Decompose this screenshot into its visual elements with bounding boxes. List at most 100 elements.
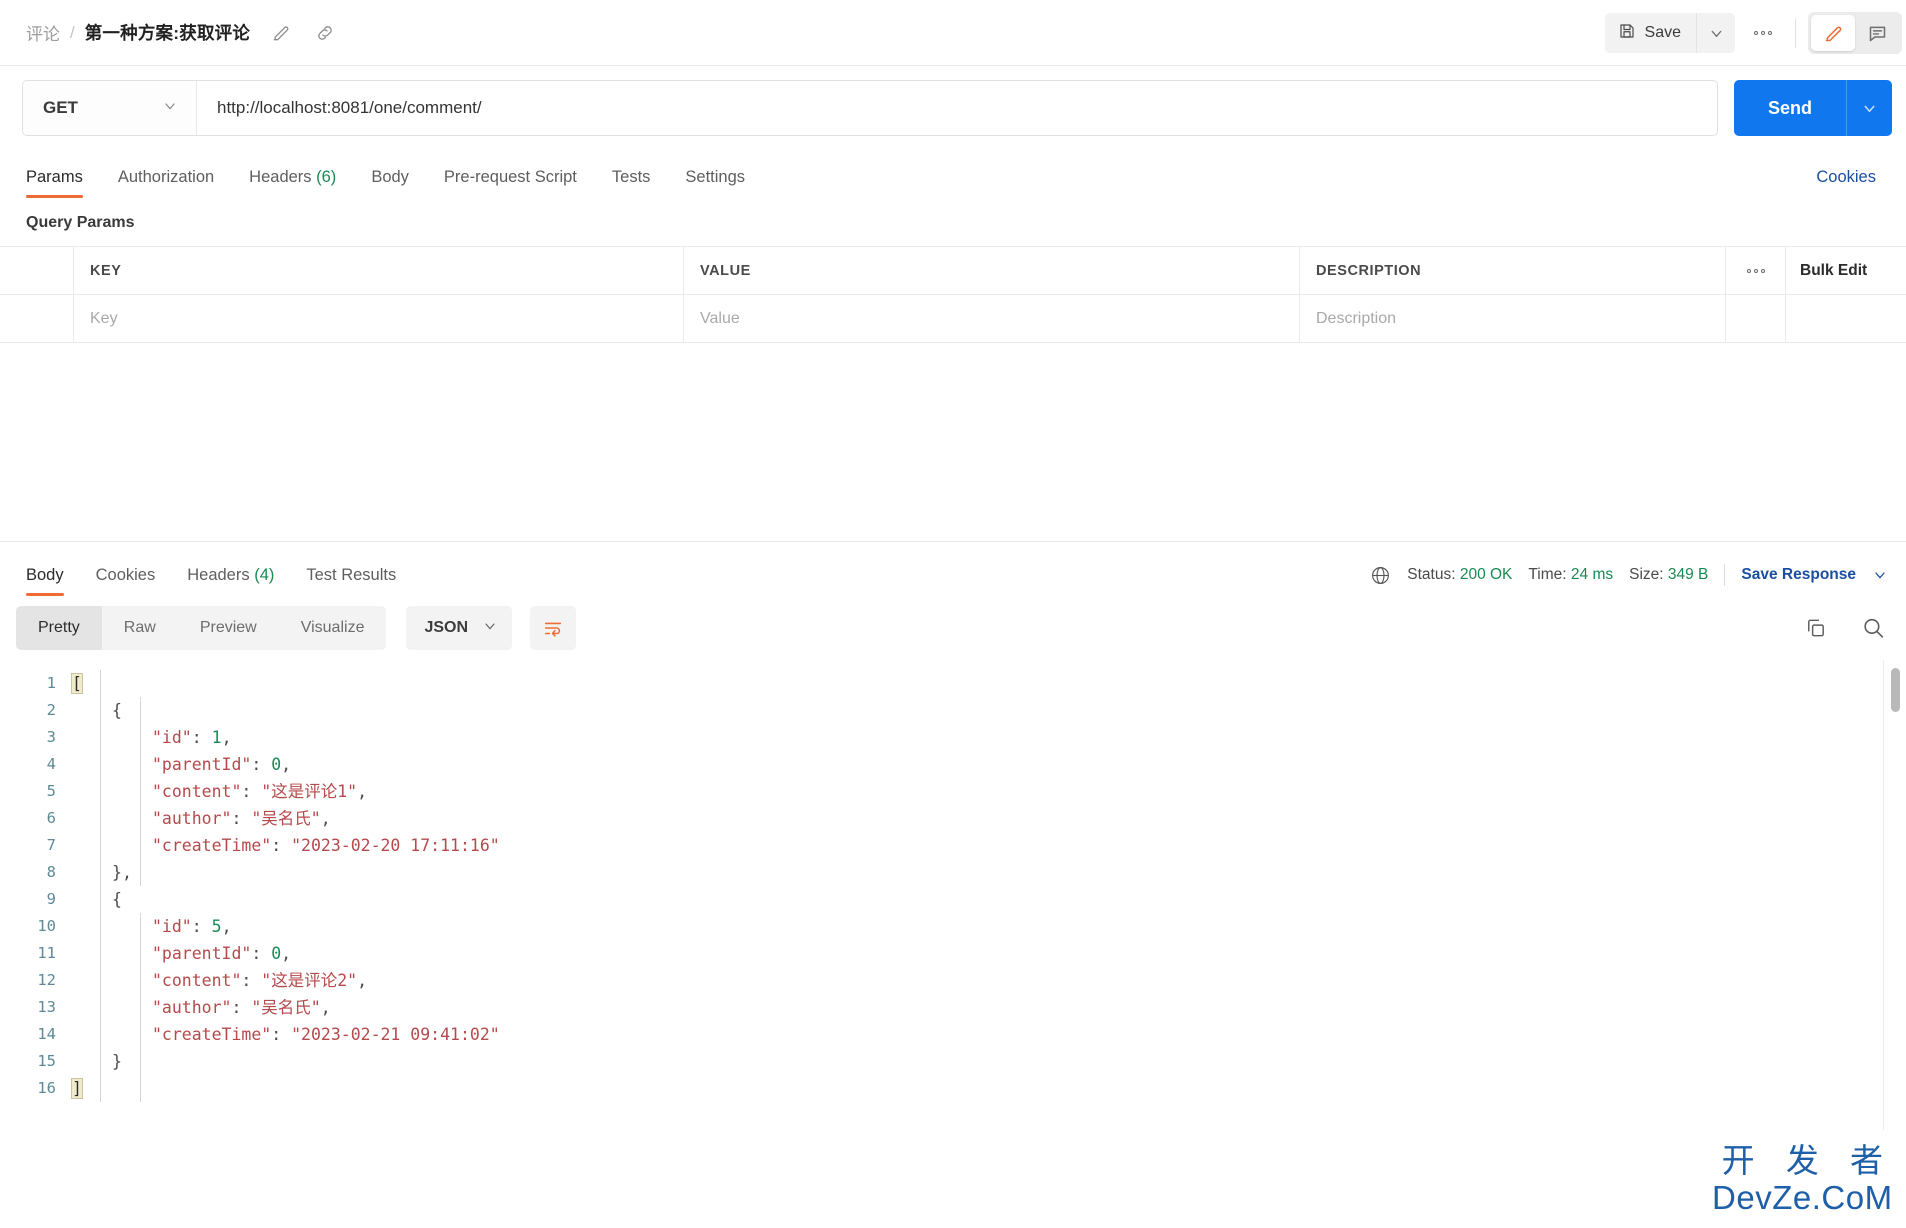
tab-label: Test Results bbox=[306, 566, 397, 584]
code-line: 2{ bbox=[0, 697, 1906, 724]
watermark: 开 发 者 DevZe.CoM bbox=[1711, 1144, 1894, 1214]
cookies-link[interactable]: Cookies bbox=[1816, 168, 1876, 187]
view-mode-raw[interactable]: Raw bbox=[102, 606, 178, 650]
code-token: "吴名氏" bbox=[251, 998, 321, 1017]
code-token: , bbox=[357, 971, 368, 990]
chevron-down-icon bbox=[482, 618, 498, 639]
code-token: "content" bbox=[152, 971, 242, 990]
header-divider bbox=[1795, 18, 1796, 48]
dot bbox=[1754, 31, 1758, 35]
code-token: "author" bbox=[152, 998, 232, 1017]
response-tab-cookies[interactable]: Cookies bbox=[96, 566, 156, 596]
code-token: : bbox=[241, 782, 262, 801]
response-body-code-viewer[interactable]: 1[2{3 "id": 1, 4 "parentId": 0, 5 "content": … bbox=[0, 660, 1906, 1130]
breadcrumb-separator: / bbox=[70, 22, 75, 42]
request-body-empty-area bbox=[0, 343, 1906, 541]
code-text: "parentId": 0, bbox=[72, 940, 291, 967]
row-trailing-cell bbox=[1786, 295, 1906, 342]
code-line: 8}, bbox=[0, 859, 1906, 886]
view-mode-visualize[interactable]: Visualize bbox=[279, 606, 387, 650]
response-tab-headers[interactable]: Headers (4) bbox=[187, 566, 274, 596]
param-value-input[interactable]: Value bbox=[684, 295, 1300, 342]
tab-body[interactable]: Body bbox=[371, 168, 409, 198]
line-number: 4 bbox=[46, 755, 56, 773]
viewer-actions bbox=[1804, 616, 1886, 641]
view-mode-preview[interactable]: Preview bbox=[178, 606, 279, 650]
response-language-select[interactable]: JSON bbox=[406, 606, 513, 650]
tab-authorization[interactable]: Authorization bbox=[118, 168, 214, 198]
save-response-button[interactable]: Save Response bbox=[1741, 566, 1856, 584]
line-number: 13 bbox=[37, 998, 56, 1016]
size-badge: Size: 349 B bbox=[1629, 566, 1709, 583]
code-token: [ bbox=[71, 673, 83, 694]
tab-pre-request-script[interactable]: Pre-request Script bbox=[444, 168, 577, 198]
code-scrollbar-thumb[interactable] bbox=[1891, 668, 1900, 712]
param-key-input[interactable]: Key bbox=[74, 295, 684, 342]
line-number: 1 bbox=[46, 674, 56, 692]
copy-icon[interactable] bbox=[1804, 617, 1827, 640]
line-number: 11 bbox=[37, 944, 56, 962]
response-tab-test-results[interactable]: Test Results bbox=[306, 566, 396, 596]
code-token: } bbox=[112, 1052, 122, 1071]
code-text: "id": 1, bbox=[72, 724, 232, 751]
save-button[interactable]: Save bbox=[1605, 13, 1697, 53]
row-actions-cell bbox=[1726, 295, 1786, 342]
code-token: : bbox=[191, 728, 212, 747]
code-token: "author" bbox=[152, 809, 232, 828]
tab-label: Settings bbox=[685, 168, 746, 186]
bulk-edit-button[interactable]: Bulk Edit bbox=[1786, 247, 1906, 294]
tab-settings[interactable]: Settings bbox=[685, 168, 745, 198]
column-header-value: VALUE bbox=[684, 247, 1300, 294]
row-checkbox-cell[interactable] bbox=[0, 295, 74, 342]
send-button[interactable]: Send bbox=[1733, 80, 1846, 136]
wrap-lines-icon[interactable] bbox=[530, 606, 577, 650]
http-method-select[interactable]: GET bbox=[23, 81, 197, 135]
line-number: 14 bbox=[37, 1025, 56, 1043]
tab-params[interactable]: Params bbox=[26, 168, 83, 198]
code-lines: 1[2{3 "id": 1, 4 "parentId": 0, 5 "content": … bbox=[0, 670, 1906, 1102]
response-tab-body[interactable]: Body bbox=[26, 566, 64, 596]
table-header-row: KEY VALUE DESCRIPTION Bulk Edit bbox=[0, 247, 1906, 295]
tab-headers[interactable]: Headers (6) bbox=[249, 168, 336, 198]
search-icon[interactable] bbox=[1861, 616, 1886, 641]
comment-icon[interactable] bbox=[1855, 15, 1899, 51]
pencil-icon[interactable] bbox=[268, 20, 294, 46]
code-line: 4 "parentId": 0, bbox=[0, 751, 1906, 778]
tab-label: Authorization bbox=[117, 168, 215, 186]
param-description-input[interactable]: Description bbox=[1300, 295, 1726, 342]
header-more-ellipsis-icon[interactable] bbox=[1741, 13, 1785, 53]
view-mode-pretty[interactable]: Pretty bbox=[16, 606, 102, 650]
save-button-group: Save bbox=[1604, 13, 1735, 53]
save-dropdown-chevron-down-icon[interactable] bbox=[1697, 13, 1735, 53]
code-token: 0 bbox=[271, 755, 282, 774]
tab-count-badge: (6) bbox=[316, 168, 337, 186]
tab-label: Pre-request Script bbox=[443, 168, 577, 186]
edit-mode-pencil-icon[interactable] bbox=[1811, 15, 1855, 51]
code-token: "parentId" bbox=[152, 944, 252, 963]
code-text: "id": 5, bbox=[72, 913, 232, 940]
request-url-input[interactable]: http://localhost:8081/one/comment/ bbox=[197, 81, 1717, 135]
table-more-ellipsis-icon[interactable] bbox=[1726, 247, 1786, 294]
code-token: "content" bbox=[152, 782, 242, 801]
code-token: : bbox=[251, 755, 272, 774]
tab-tests[interactable]: Tests bbox=[612, 168, 651, 198]
tab-label: Params bbox=[26, 168, 83, 186]
breadcrumb-root[interactable]: 评论 bbox=[26, 20, 60, 45]
status-badge: Status: 200 OK bbox=[1407, 566, 1513, 583]
code-token: : bbox=[231, 998, 252, 1017]
breadcrumb-current-request[interactable]: 第一种方案:获取评论 bbox=[85, 20, 250, 45]
code-text: [ bbox=[71, 670, 83, 697]
code-token: ] bbox=[71, 1078, 83, 1099]
code-token: : bbox=[241, 971, 262, 990]
send-options-chevron-down-icon[interactable] bbox=[1846, 80, 1892, 136]
query-params-table: KEY VALUE DESCRIPTION Bulk Edit Key Valu… bbox=[0, 246, 1906, 343]
save-response-chevron-down-icon[interactable] bbox=[1872, 567, 1888, 583]
send-button-group: Send bbox=[1733, 80, 1892, 136]
code-token: "吴名氏" bbox=[251, 809, 321, 828]
code-token: "这是评论1" bbox=[261, 782, 358, 801]
code-token: : bbox=[251, 944, 272, 963]
line-number: 12 bbox=[37, 971, 56, 989]
link-icon[interactable] bbox=[312, 20, 338, 46]
code-token: "2023-02-20 17:11:16" bbox=[291, 836, 500, 855]
code-text: "author": "吴名氏", bbox=[72, 805, 331, 832]
